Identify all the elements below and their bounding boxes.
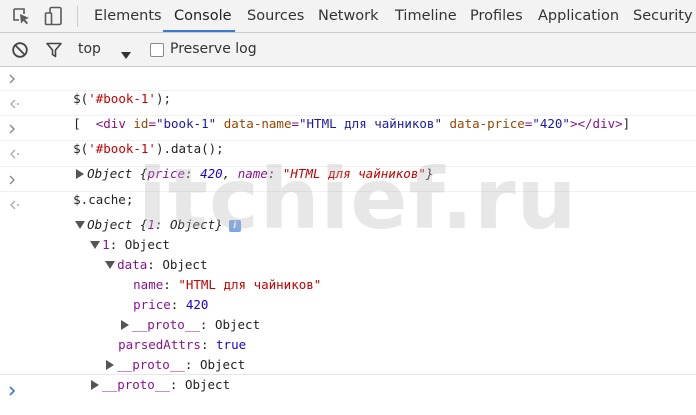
tree-node[interactable]: data: Object bbox=[60, 235, 207, 272]
tab-security[interactable]: Security bbox=[633, 0, 693, 32]
console-prompt[interactable] bbox=[0, 374, 696, 407]
result-arrow-icon bbox=[8, 94, 22, 114]
clear-console-icon[interactable] bbox=[11, 41, 29, 63]
object-label: } bbox=[215, 217, 223, 232]
console-result-message: [ <div id="book-1" data-name="HTML для ч… bbox=[0, 91, 696, 131]
tab-network[interactable]: Network bbox=[318, 0, 379, 32]
tree-node[interactable]: __proto__: Object bbox=[60, 335, 245, 372]
tab-application[interactable]: Application bbox=[538, 0, 619, 32]
device-mode-icon[interactable] bbox=[44, 6, 66, 30]
tree-node[interactable]: __proto__: Object bbox=[75, 295, 260, 332]
tree-node[interactable]: __proto__: Object bbox=[45, 355, 230, 392]
prompt-chevron-icon bbox=[8, 119, 22, 139]
prompt-chevron-icon bbox=[8, 170, 22, 190]
tab-timeline[interactable]: Timeline bbox=[395, 0, 457, 32]
tab-console[interactable]: Console bbox=[174, 0, 232, 32]
prompt-chevron-icon bbox=[8, 69, 22, 89]
tab-sources[interactable]: Sources bbox=[247, 0, 304, 32]
object-summary[interactable]: Object {1: Object} i bbox=[30, 195, 241, 232]
result-arrow-icon bbox=[8, 144, 22, 164]
tab-elements[interactable]: Elements bbox=[94, 0, 162, 32]
console-input-message: $.cache; bbox=[0, 167, 696, 207]
preserve-log-checkbox[interactable] bbox=[150, 43, 164, 57]
filter-icon[interactable] bbox=[45, 41, 63, 63]
preserve-log-label[interactable]: Preserve log bbox=[170, 33, 257, 66]
prompt-chevron-icon bbox=[8, 381, 18, 405]
devtools-tab-bar: Elements Console Sources Network Timelin… bbox=[0, 0, 696, 33]
tab-profiles[interactable]: Profiles bbox=[470, 0, 523, 32]
console-result-message: Object {1: Object} i 1: Object data: Obje… bbox=[0, 192, 696, 392]
info-icon[interactable]: i bbox=[228, 220, 241, 232]
result-arrow-icon bbox=[8, 195, 22, 215]
console-output[interactable]: $('#book-1'); [ <div id="book-1" data-na… bbox=[0, 67, 696, 406]
dropdown-arrow-icon[interactable] bbox=[121, 45, 131, 64]
inspect-element-icon[interactable] bbox=[11, 6, 31, 30]
prop-value: Object bbox=[169, 217, 216, 232]
active-tab-indicator bbox=[163, 30, 235, 32]
console-toolbar: top Preserve log bbox=[0, 33, 696, 67]
toolbar-divider bbox=[77, 6, 78, 27]
object-summary[interactable]: Object {price: 420, name: "HTML для чайн… bbox=[30, 144, 433, 181]
tree-node: parsedAttrs: true bbox=[118, 337, 247, 352]
console-input-message: $('#book-1'); bbox=[0, 67, 696, 106]
tree-node: price: 420 bbox=[133, 297, 209, 312]
context-selector[interactable]: top bbox=[78, 33, 101, 66]
console-input-message: $('#book-1').data(); bbox=[0, 116, 696, 156]
tree-node[interactable]: 1: Object bbox=[45, 215, 170, 252]
tree-node: name: "HTML для чайников" bbox=[133, 277, 322, 292]
console-result-message: Object {price: 420, name: "HTML для чайн… bbox=[0, 141, 696, 181]
